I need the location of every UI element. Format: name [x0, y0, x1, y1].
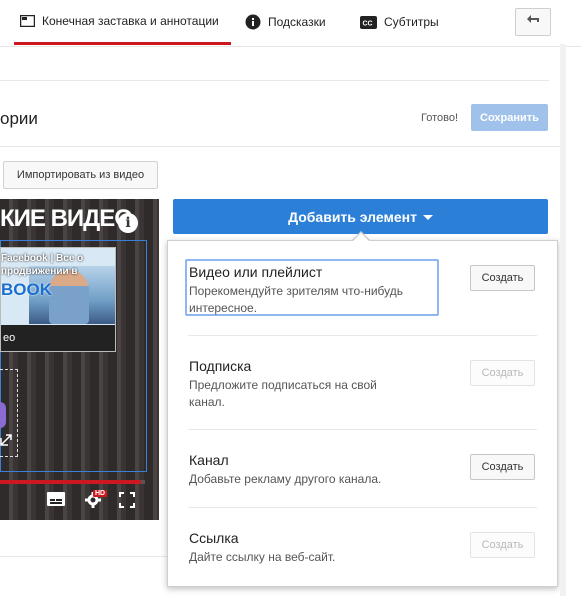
divider: [0, 80, 549, 81]
tab-bar: Конечная заставка и аннотации Подсказки …: [0, 0, 581, 47]
info-circle-icon: [245, 14, 261, 30]
tab-label: Конечная заставка и аннотации: [42, 14, 219, 28]
item-description: Дайте ссылку на веб-сайт.: [189, 550, 336, 564]
page-title: ории: [0, 109, 38, 128]
save-button[interactable]: Сохранить: [471, 104, 548, 131]
add-element-label: Добавить элемент: [288, 208, 417, 225]
svg-text:CC: CC: [363, 20, 373, 27]
tab-subtitles[interactable]: CC Субтитры: [360, 0, 439, 44]
scrollbar[interactable]: [560, 44, 566, 596]
end-screen-icon: [20, 15, 35, 27]
create-link-button[interactable]: Создать: [470, 532, 535, 558]
tab-tips[interactable]: Подсказки: [245, 0, 326, 44]
progress-fill: [0, 480, 141, 484]
back-button[interactable]: [515, 8, 551, 36]
divider: [188, 507, 537, 508]
add-element-menu: Видео или плейлист Порекомендуйте зрител…: [167, 240, 558, 587]
video-thumbnail-element[interactable]: Facebook | Все о продвижении в BOOK ео: [0, 247, 116, 352]
hd-badge: HD: [93, 490, 108, 497]
back-arrow-icon: [526, 13, 540, 31]
fullscreen-icon[interactable]: [119, 492, 135, 513]
thumbnail-person: [49, 270, 89, 324]
add-element-button[interactable]: Добавить элемент: [173, 199, 548, 234]
video-title-text: КИЕ ВИДЕО: [0, 205, 133, 232]
subtitles-icon[interactable]: [47, 492, 65, 511]
tab-label: Субтитры: [384, 15, 439, 29]
item-description: Добавьте рекламу другого канала.: [189, 472, 382, 486]
divider: [188, 335, 537, 336]
create-subscribe-button[interactable]: Создать: [470, 360, 535, 386]
import-from-video-button[interactable]: Импортировать из видео: [3, 161, 158, 189]
tab-label: Подсказки: [268, 15, 326, 29]
item-description: Предложите подписаться на свой канал.: [189, 378, 377, 409]
status-text: Готово!: [421, 112, 459, 124]
item-description: Порекомендуйте зрителям что-нибудь интер…: [189, 284, 404, 315]
cc-icon: CC: [360, 15, 377, 29]
thumbnail-logo-text: BOOK: [1, 280, 52, 299]
caret-down-icon: [422, 215, 433, 220]
create-video-playlist-button[interactable]: Создать: [470, 265, 535, 291]
divider: [188, 429, 537, 430]
dropdown-pointer-fill: [352, 233, 370, 242]
divider: [0, 556, 167, 557]
progress-bar[interactable]: [0, 480, 145, 484]
subscribe-element-avatar: [0, 402, 6, 428]
tab-end-screen-annotations[interactable]: Конечная заставка и аннотации: [14, 0, 231, 45]
divider: [0, 146, 560, 147]
thumbnail-caption: ео: [1, 325, 115, 351]
info-icon[interactable]: i: [118, 213, 138, 233]
create-channel-button[interactable]: Создать: [470, 454, 535, 480]
expand-icon[interactable]: [0, 434, 12, 446]
thumbnail-title: Facebook | Все о продвижении в: [1, 253, 84, 277]
